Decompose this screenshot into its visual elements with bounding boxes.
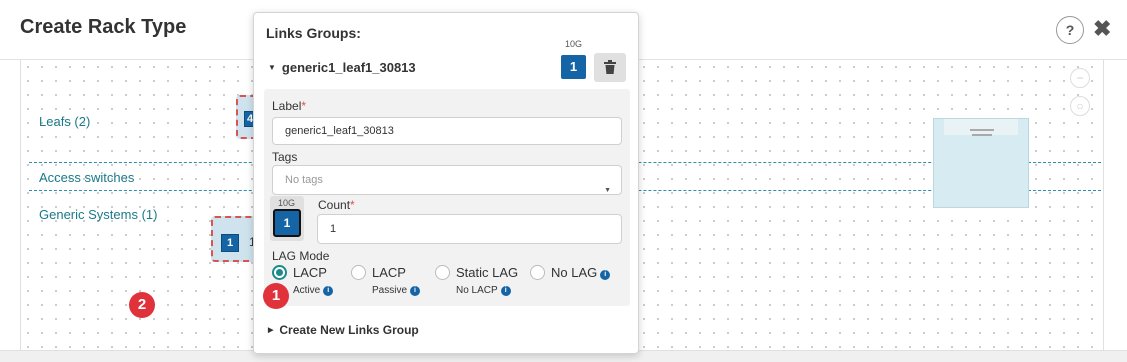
radio-label-static-lag: Static LAG [456,265,519,280]
modal-title: Create Rack Type [20,16,187,38]
minimap-viewport [944,119,1018,135]
row-label-leafs: Leafs (2) [39,114,91,129]
radio-static-lag[interactable] [435,265,450,280]
group-speed-label: 10G [565,39,583,49]
generic-node-badge: 1 [221,234,239,252]
chevron-down-icon: ▼ [604,187,611,194]
radio-sub-lacp-active: Active i [293,285,334,296]
minimap-node [970,129,994,131]
label-field-label: Label* [272,99,307,113]
zoom-reset-icon[interactable]: ○ [1070,96,1090,116]
delete-group-button[interactable] [594,53,626,82]
step-badge-1: 1 [263,283,289,309]
create-links-group-label: Create New Links Group [279,323,419,337]
close-button[interactable]: ✖ [1093,14,1111,44]
help-button[interactable]: ? [1056,16,1084,44]
radio-label-no-lag: No LAG i [551,265,611,280]
radio-no-lag[interactable] [530,265,545,280]
links-group-name: generic1_leaf1_30813 [281,60,416,75]
row-label-generic-systems: Generic Systems (1) [39,207,158,222]
tags-placeholder: No tags [285,174,323,186]
canvas-minimap[interactable] [933,118,1029,208]
count-input[interactable]: 1 [317,214,622,244]
radio-label-lacp-active: LACP [293,265,327,280]
caret-down-icon[interactable]: ▼ [268,63,276,72]
tags-select[interactable]: No tags ▼ [272,165,622,195]
count-field-label: Count* [318,198,355,212]
port-speed-label: 10G [278,198,296,208]
info-icon[interactable]: i [600,270,611,280]
links-group-header[interactable]: ▼ generic1_leaf1_30813 [268,60,416,75]
zoom-out-icon[interactable]: − [1070,68,1090,88]
create-links-group-link[interactable]: ▶ Create New Links Group [268,323,419,337]
caret-right-icon: ▶ [268,327,274,334]
radio-sub-static-lag: No LACP i [456,285,511,296]
info-icon[interactable]: i [500,286,511,296]
popover-title: Links Groups: [266,25,361,41]
minimap-node [972,134,992,136]
info-icon[interactable]: i [323,286,334,296]
trash-icon [604,60,616,74]
scrollbar-area[interactable] [1104,60,1127,350]
step-badge-2: 2 [129,292,155,318]
row-label-access-switches: Access switches [39,170,135,185]
radio-lacp-passive[interactable] [351,265,366,280]
links-count-badge: 1 [561,55,586,79]
lag-mode-label: LAG Mode [272,249,330,263]
label-input[interactable]: generic1_leaf1_30813 [272,117,622,145]
links-group-form: Label* generic1_leaf1_30813 Tags No tags… [264,89,630,306]
tags-field-label: Tags [272,150,298,164]
links-groups-popover: Links Groups: 10G ▼ generic1_leaf1_30813 … [253,12,639,354]
port-selector[interactable]: 10G 1 [270,196,304,241]
info-icon[interactable]: i [410,286,421,296]
radio-label-lacp-passive: LACP [372,265,406,280]
radio-sub-lacp-passive: Passive i [372,285,421,296]
port-button[interactable]: 1 [273,209,301,237]
radio-lacp-active[interactable] [272,265,287,280]
